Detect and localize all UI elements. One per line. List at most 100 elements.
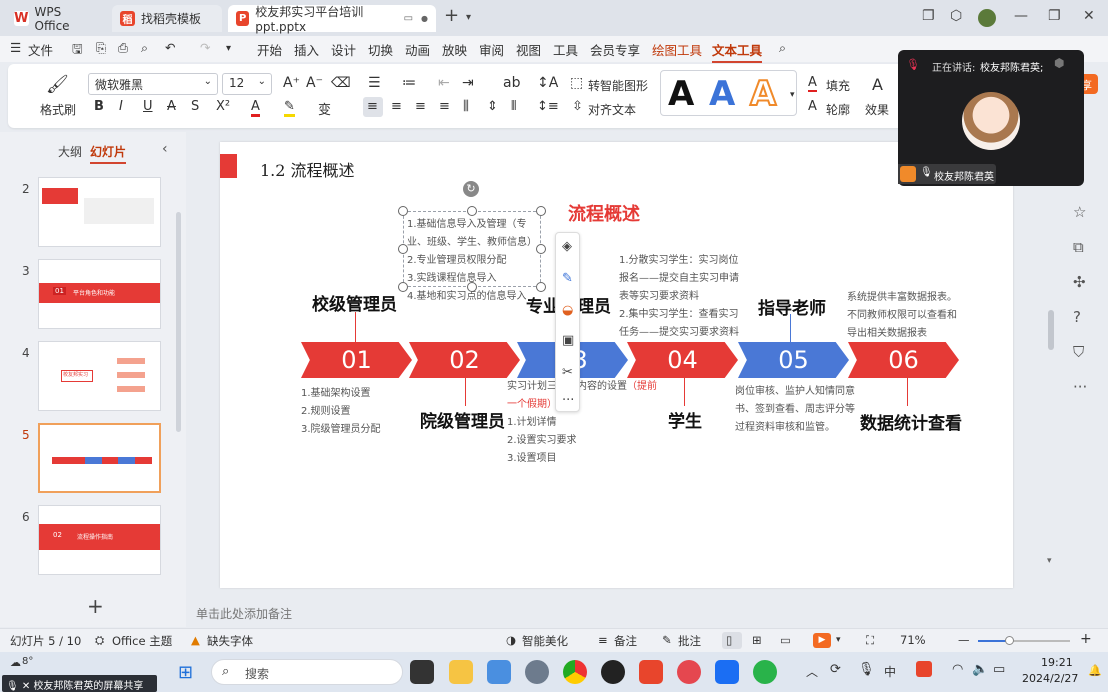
screen-share-banner[interactable]: 🎙 ✕ 校友邦陈君英的屏幕共享 (2, 675, 157, 692)
file-explorer-icon[interactable] (449, 660, 473, 684)
add-slide-button[interactable]: + (87, 594, 104, 618)
notes-placeholder[interactable]: 单击此处添加备注 (196, 605, 292, 622)
sorter-view-icon[interactable]: ⊞ (752, 633, 762, 647)
maximize-button[interactable]: ❐ (1048, 8, 1061, 24)
window-switch-icon[interactable]: ❐ (922, 8, 935, 24)
expand-icon[interactable]: ⬢ (1054, 56, 1064, 70)
more-icon[interactable]: ··· (562, 393, 574, 408)
star-icon[interactable]: ☆ (1073, 203, 1086, 221)
reading-view-icon[interactable]: ▭ (780, 633, 791, 647)
paragraph-spacing-icon[interactable]: ↕≡ (537, 99, 559, 114)
minimize-button[interactable]: — (1014, 8, 1028, 24)
zoom-slider-thumb[interactable] (1005, 636, 1014, 645)
comments-toggle[interactable]: 批注 (678, 633, 701, 649)
shadow-s-icon[interactable]: S (191, 99, 199, 114)
comment-icon[interactable]: ⧉ (1073, 238, 1084, 256)
tray-wps-icon[interactable] (916, 661, 932, 677)
task-view-icon[interactable] (410, 660, 434, 684)
tray-sync-icon[interactable]: ⟳ (830, 662, 841, 677)
slide-thumbnail-6[interactable]: 02 流程操作指南 (38, 505, 161, 575)
windows-start-icon[interactable]: ⊞ (178, 662, 193, 683)
tray-mic-icon[interactable]: 🎙 (858, 662, 875, 677)
text-effect-button[interactable]: 效果 (865, 101, 889, 118)
wps-taskbar-icon[interactable] (639, 660, 663, 684)
clear-format-icon[interactable]: ⌫ (331, 75, 351, 91)
menu-start[interactable]: 开始 (257, 40, 282, 59)
theme-name[interactable]: Office 主题 (112, 633, 172, 649)
align-text-icon[interactable]: ⇳ (572, 99, 583, 114)
gallery-more-icon[interactable]: ▾ (790, 90, 795, 100)
notes-area[interactable]: 单击此处添加备注 (186, 598, 1056, 628)
line-spacing-icon[interactable]: ↕A (537, 75, 558, 91)
taskbar-search[interactable]: ⌕ 搜索 (211, 659, 403, 685)
resize-handle[interactable] (398, 206, 408, 216)
chevron-down-icon[interactable]: ▾ (226, 43, 231, 54)
format-painter-icon[interactable]: 🖌 (46, 74, 69, 95)
zoom-level[interactable]: 71% (900, 633, 926, 647)
smart-shape-icon[interactable]: ⬚ (570, 75, 583, 91)
text-outline-button[interactable]: 轮廓 (826, 101, 850, 118)
play-icon[interactable]: ▶ (813, 633, 831, 648)
menu-member[interactable]: 会员专享 (590, 40, 640, 59)
menu-insert[interactable]: 插入 (294, 40, 319, 59)
char-spacing-icon[interactable]: 变 (318, 99, 331, 118)
pen-icon[interactable]: ✎ (562, 271, 573, 286)
text-effect-icon[interactable]: A (872, 75, 883, 94)
tab-wps-office[interactable]: W WPS Office (6, 5, 106, 33)
panel-scrollbar[interactable] (176, 212, 181, 432)
collapse-panel-icon[interactable]: ‹ (162, 141, 168, 157)
tab-slides[interactable]: 幻灯片 (90, 143, 127, 164)
close-button[interactable]: ✕ (1083, 8, 1095, 24)
slide-scrollbar[interactable] (1048, 310, 1054, 350)
tools-icon[interactable]: ✂ (562, 365, 573, 380)
increase-font-icon[interactable]: A⁺ (283, 75, 300, 91)
resize-handle[interactable] (398, 282, 408, 292)
meeting-app-icon[interactable] (715, 660, 739, 684)
bold-icon[interactable]: B (94, 99, 104, 114)
menu-transition[interactable]: 切换 (368, 40, 393, 59)
align-text-button[interactable]: 对齐文本 (588, 101, 636, 118)
magic-icon[interactable]: ✣ (1073, 273, 1086, 291)
smart-beautify-button[interactable]: 智能美化 (522, 633, 568, 649)
menu-text-tools[interactable]: 文本工具 (712, 40, 763, 63)
chevron-down-icon[interactable]: ▾ (466, 12, 471, 23)
settings-icon[interactable] (525, 660, 549, 684)
resize-handle[interactable] (536, 244, 546, 254)
export-icon[interactable]: ⎘ (96, 40, 106, 56)
layers-icon[interactable]: ◈ (562, 239, 572, 254)
print-preview-icon[interactable]: ⌕ (141, 40, 148, 56)
shirt-icon[interactable]: ⛉ (1073, 343, 1084, 361)
rotate-handle-icon[interactable]: ↻ (463, 181, 479, 197)
resize-handle[interactable] (536, 282, 546, 292)
text-style-black[interactable]: A (668, 74, 694, 114)
text-direction-icon[interactable]: ab (503, 75, 520, 91)
step-chevron[interactable]: 04 (627, 342, 738, 378)
text-box-selection[interactable] (403, 211, 541, 287)
resize-handle[interactable] (467, 282, 477, 292)
notes-toggle[interactable]: 备注 (614, 633, 637, 649)
frame-icon[interactable]: ▣ (562, 333, 574, 348)
decrease-font-icon[interactable]: A⁻ (306, 75, 323, 91)
user-avatar[interactable] (978, 9, 996, 27)
distribute-icon[interactable]: ⫼ (463, 99, 469, 114)
text-outline-icon[interactable]: A (808, 99, 817, 114)
save-icon[interactable]: 🖫 (72, 40, 83, 61)
text-style-orange-outline[interactable]: A (749, 73, 777, 115)
step-chevron[interactable]: 06 (848, 342, 959, 378)
font-color-icon[interactable]: A (251, 99, 260, 117)
chevron-down-icon[interactable]: ▾ (836, 635, 841, 645)
zoom-in-button[interactable]: + (1080, 631, 1092, 647)
slide-thumbnail-2[interactable] (38, 177, 161, 247)
redo-icon[interactable]: ↷ (200, 40, 210, 55)
more-dots-icon[interactable]: ··· (1073, 378, 1087, 396)
highlight-icon[interactable]: ✎ (284, 99, 295, 117)
print-icon[interactable]: ⎙ (118, 40, 128, 56)
tab-outline[interactable]: 大纲 (58, 143, 82, 160)
monitor-icon[interactable]: ▭ (404, 13, 413, 24)
menu-slideshow[interactable]: 放映 (442, 40, 467, 59)
notification-bell-icon[interactable]: 🔔 (1088, 664, 1102, 677)
align-right-icon[interactable]: ≡ (415, 99, 426, 114)
store-icon[interactable] (487, 660, 511, 684)
tab-pptx-document[interactable]: P 校友邦实习平台培训ppt.pptx ▭ ● (228, 5, 436, 34)
meeting-video-panel[interactable]: 🎙 正在讲话: 校友邦陈君英; ⬢ 🎙 校友邦陈君英 (898, 50, 1084, 186)
